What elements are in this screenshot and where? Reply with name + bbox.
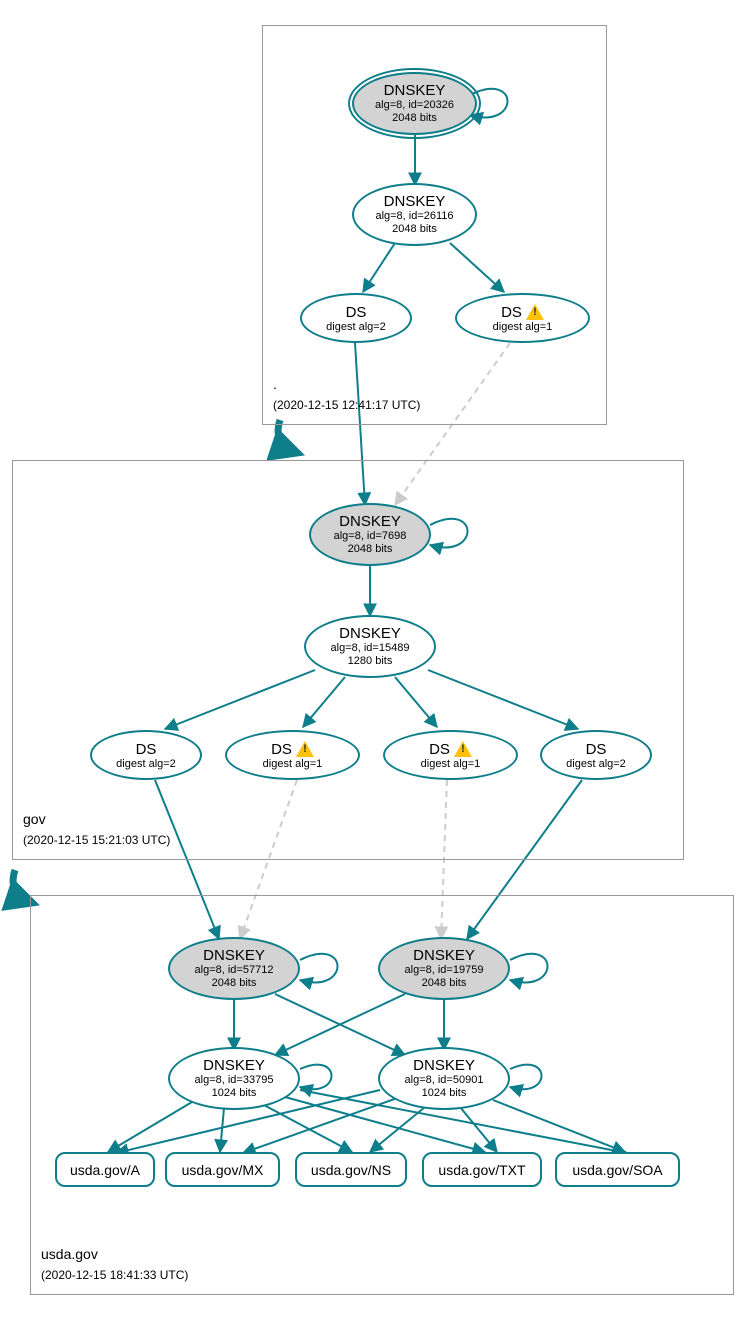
record-ns: usda.gov/NS [295,1152,407,1187]
ds-gov-2: DS digest alg=1 [225,730,360,780]
dnskey-usda-ksk1: DNSKEY alg=8, id=57712 2048 bits [168,937,300,1000]
dnskey-usda-zsk2: DNSKEY alg=8, id=50901 1024 bits [378,1047,510,1110]
zone-usda: usda.gov (2020-12-15 18:41:33 UTC) [30,895,734,1295]
dnskey-root-zsk: DNSKEY alg=8, id=26116 2048 bits [352,183,477,246]
zone-gov-name: gov [23,811,46,827]
warning-icon [526,304,544,320]
ds-gov-3: DS digest alg=1 [383,730,518,780]
zone-root-name: . [273,376,277,392]
dnskey-gov-zsk: DNSKEY alg=8, id=15489 1280 bits [304,615,436,678]
warning-icon [454,741,472,757]
zone-usda-timestamp: (2020-12-15 18:41:33 UTC) [41,1268,188,1282]
dnskey-root-ksk: DNSKEY alg=8, id=20326 2048 bits [352,72,477,135]
zone-usda-name: usda.gov [41,1246,98,1262]
zone-gov-timestamp: (2020-12-15 15:21:03 UTC) [23,833,170,847]
ds-gov-1: DS digest alg=2 [90,730,202,780]
record-soa: usda.gov/SOA [555,1152,680,1187]
ds-gov-4: DS digest alg=2 [540,730,652,780]
record-mx: usda.gov/MX [165,1152,280,1187]
record-txt: usda.gov/TXT [422,1152,542,1187]
record-a: usda.gov/A [55,1152,155,1187]
dnskey-gov-ksk: DNSKEY alg=8, id=7698 2048 bits [309,503,431,566]
dnskey-usda-zsk1: DNSKEY alg=8, id=33795 1024 bits [168,1047,300,1110]
ds-root-2: DS digest alg=1 [455,293,590,343]
zone-root-timestamp: (2020-12-15 12:41:17 UTC) [273,398,420,412]
dnskey-usda-ksk2: DNSKEY alg=8, id=19759 2048 bits [378,937,510,1000]
warning-icon [296,741,314,757]
ds-root-1: DS digest alg=2 [300,293,412,343]
